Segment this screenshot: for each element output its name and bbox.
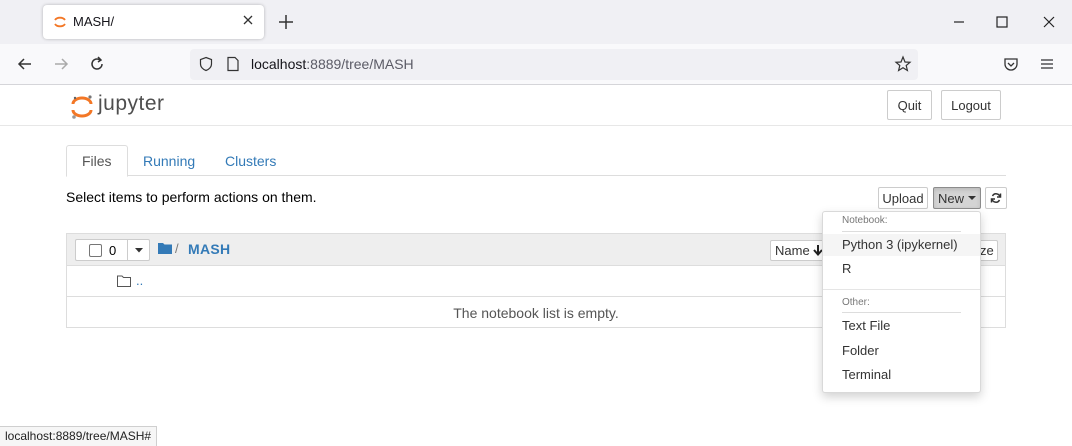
new-button-label: New	[937, 190, 964, 206]
breadcrumb-mash[interactable]: MASH	[188, 241, 230, 257]
other-section-header: Other:	[842, 297, 870, 308]
window-close-icon[interactable]	[1041, 14, 1057, 30]
close-tab-icon[interactable]	[242, 14, 254, 26]
select-all-checkbox[interactable]	[89, 244, 102, 257]
jupyter-logo-icon	[71, 95, 93, 119]
reload-icon[interactable]	[88, 55, 106, 73]
new-tab-icon[interactable]	[277, 13, 295, 31]
jupyter-favicon-icon	[54, 16, 66, 28]
breadcrumb-separator: /	[175, 241, 179, 256]
back-icon[interactable]	[16, 55, 34, 73]
url-text[interactable]: localhost:8889/tree/MASH	[251, 56, 414, 72]
menu-item-folder[interactable]: Folder	[823, 340, 980, 362]
quit-button[interactable]: Quit	[887, 90, 932, 120]
jupyter-logo[interactable]: jupyter	[70, 89, 180, 123]
menu-divider	[823, 289, 980, 290]
browser-tab-bar: MASH/	[0, 0, 1072, 44]
page-info-icon[interactable]	[226, 56, 240, 72]
tab-title: MASH/	[73, 14, 115, 29]
select-menu-toggle[interactable]	[127, 240, 150, 260]
minimize-icon[interactable]	[951, 14, 967, 30]
refresh-button[interactable]	[985, 187, 1007, 209]
new-dropdown-menu: Notebook: Python 3 (ipykernel) R Other: …	[822, 211, 981, 393]
tab-files[interactable]: Files	[66, 145, 128, 177]
maximize-icon[interactable]	[994, 14, 1010, 30]
menu-item-r[interactable]: R	[823, 258, 980, 280]
jupyter-header: jupyter Quit Logout	[0, 85, 1072, 126]
status-url: localhost:8889/tree/MASH#	[0, 426, 158, 446]
menu-icon[interactable]	[1038, 55, 1056, 73]
section-rule	[842, 312, 961, 313]
selected-count: 0	[109, 243, 117, 258]
notebook-section-header: Notebook:	[842, 215, 888, 226]
logout-button[interactable]: Logout	[941, 90, 1001, 120]
parent-dir-link[interactable]: ..	[136, 273, 143, 288]
menu-item-python3[interactable]: Python 3 (ipykernel)	[823, 234, 980, 256]
sort-by-name-button[interactable]: Name	[770, 240, 826, 261]
browser-nav-bar: localhost:8889/tree/MASH	[0, 44, 1072, 85]
address-bar[interactable]: localhost:8889/tree/MASH	[190, 49, 918, 80]
refresh-icon	[990, 193, 1002, 203]
tab-running[interactable]: Running	[128, 145, 210, 176]
dashboard-tabs: Files Running Clusters	[66, 145, 1006, 177]
new-button[interactable]: New	[933, 187, 981, 209]
home-folder-icon[interactable]	[158, 242, 172, 254]
url-path: :8889/tree/MASH	[306, 56, 414, 72]
caret-down-icon	[968, 196, 976, 200]
menu-item-terminal[interactable]: Terminal	[823, 364, 980, 386]
sort-size-label: ze	[980, 243, 994, 258]
selection-hint: Select items to perform actions on them.	[66, 189, 317, 205]
tab-clusters[interactable]: Clusters	[210, 145, 291, 176]
menu-item-text-file[interactable]: Text File	[823, 315, 980, 337]
pocket-icon[interactable]	[1002, 55, 1020, 73]
forward-icon[interactable]	[52, 55, 70, 73]
bookmark-star-icon[interactable]	[894, 55, 912, 73]
section-rule	[842, 231, 961, 232]
logo-text: jupyter	[98, 92, 165, 115]
sort-name-label: Name	[775, 243, 810, 258]
folder-icon	[117, 275, 131, 287]
caret-down-icon	[135, 248, 143, 253]
browser-tab[interactable]: MASH/	[43, 5, 264, 39]
select-all-control[interactable]: 0	[75, 239, 150, 261]
upload-button[interactable]: Upload	[878, 187, 928, 209]
tracking-protection-icon[interactable]	[198, 56, 214, 72]
url-host: localhost	[251, 56, 307, 72]
